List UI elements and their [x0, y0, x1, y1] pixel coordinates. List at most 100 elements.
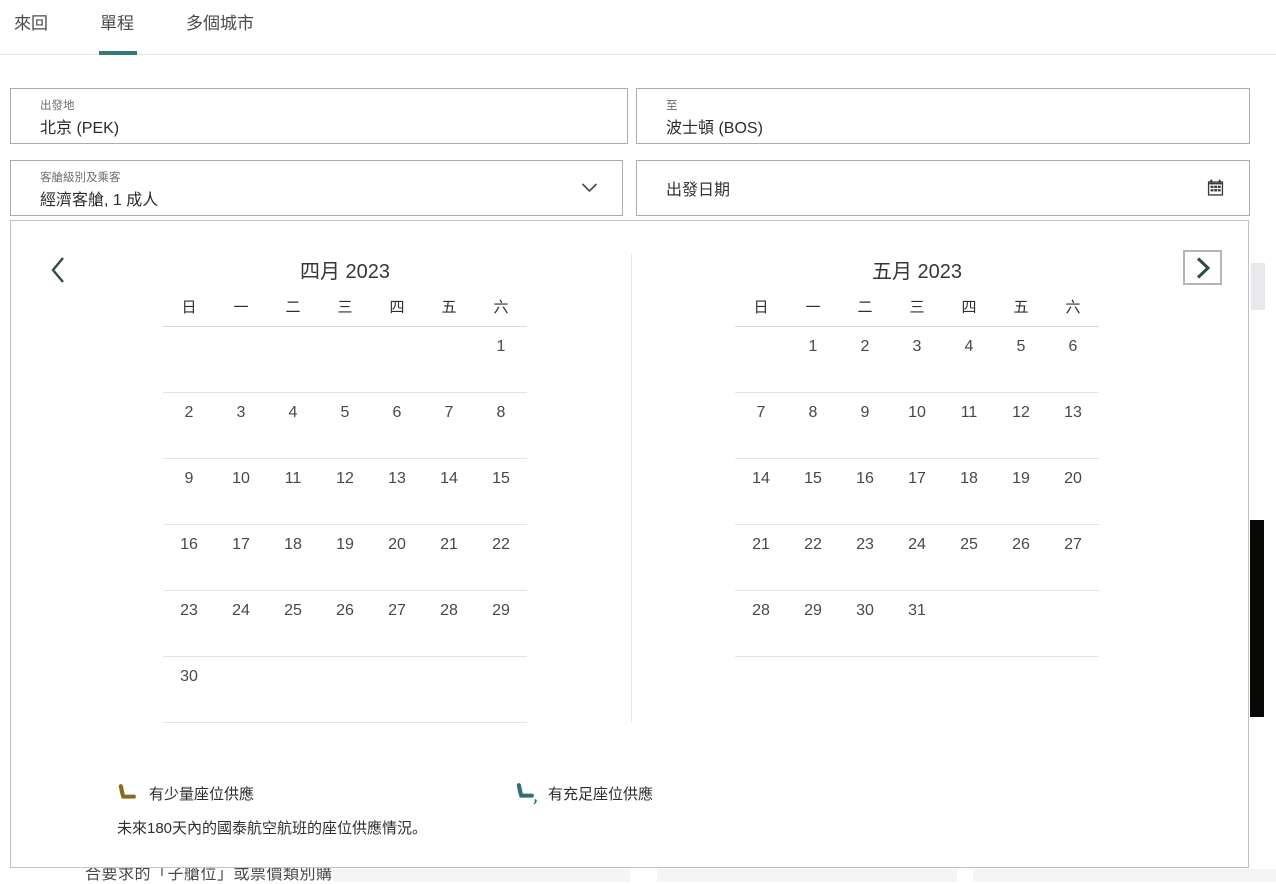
- calendar-day[interactable]: 8: [475, 393, 527, 458]
- calendar-day[interactable]: 2: [839, 327, 891, 392]
- calendar-day[interactable]: 3: [891, 327, 943, 392]
- calendar-day[interactable]: 4: [267, 393, 319, 458]
- calendar-day[interactable]: 30: [839, 591, 891, 656]
- calendar-day[interactable]: 18: [943, 459, 995, 524]
- calendar-day-empty: [371, 327, 423, 392]
- tab-round-trip[interactable]: 來回: [14, 9, 48, 34]
- calendar-day[interactable]: 18: [267, 525, 319, 590]
- calendar-day[interactable]: 1: [475, 327, 527, 392]
- tab-one-way[interactable]: 單程: [100, 9, 134, 34]
- calendar-day[interactable]: 14: [423, 459, 475, 524]
- legend-ample-label: 有充足座位供應: [548, 783, 653, 804]
- destination-field[interactable]: 至 波士頓 (BOS): [636, 88, 1250, 144]
- origin-value: 北京 (PEK): [40, 114, 119, 138]
- calendar-day[interactable]: 30: [163, 657, 215, 722]
- month-grid: 1234567891011121314151617181920212223242…: [163, 327, 527, 723]
- previous-month-button[interactable]: [47, 255, 73, 285]
- calendar-day[interactable]: 16: [163, 525, 215, 590]
- calendar-day[interactable]: 19: [995, 459, 1047, 524]
- calendar-week-row: 123456: [735, 327, 1099, 393]
- calendar-day[interactable]: 12: [319, 459, 371, 524]
- calendar-day[interactable]: 9: [163, 459, 215, 524]
- calendar-day[interactable]: 25: [943, 525, 995, 590]
- calendar-day[interactable]: 25: [267, 591, 319, 656]
- date-picker-panel: 四月 2023 日一二三四五六 123456789101112131415161…: [10, 220, 1249, 868]
- calendar-day[interactable]: 27: [1047, 525, 1099, 590]
- calendar-day[interactable]: 7: [423, 393, 475, 458]
- calendar-day[interactable]: 17: [215, 525, 267, 590]
- trip-type-tabs: 來回 單程 多個城市: [0, 0, 1276, 55]
- departure-date-placeholder: 出發日期: [666, 176, 730, 200]
- calendar-day[interactable]: 23: [163, 591, 215, 656]
- calendar-day[interactable]: 20: [1047, 459, 1099, 524]
- next-month-button[interactable]: [1183, 250, 1222, 285]
- seat-limited-icon: [117, 782, 139, 805]
- weekday-header-row: 日一二三四五六: [163, 287, 527, 327]
- calendar-day[interactable]: 11: [943, 393, 995, 458]
- departure-date-field[interactable]: 出發日期: [636, 160, 1250, 216]
- calendar-day[interactable]: 24: [215, 591, 267, 656]
- months-divider: [631, 253, 632, 723]
- calendar-day[interactable]: 24: [891, 525, 943, 590]
- calendar-day[interactable]: 1: [787, 327, 839, 392]
- calendar-day[interactable]: 27: [371, 591, 423, 656]
- calendar-icon: [1206, 179, 1225, 198]
- calendar-day[interactable]: 9: [839, 393, 891, 458]
- weekday-label: 二: [267, 296, 319, 317]
- weekday-label: 二: [839, 296, 891, 317]
- calendar-day[interactable]: 23: [839, 525, 891, 590]
- calendar-day[interactable]: 14: [735, 459, 787, 524]
- origin-field[interactable]: 出發地 北京 (PEK): [10, 88, 628, 144]
- calendar-day[interactable]: 26: [995, 525, 1047, 590]
- calendar-day[interactable]: 5: [995, 327, 1047, 392]
- calendar-day-empty: [423, 657, 475, 722]
- calendar-day[interactable]: 13: [1047, 393, 1099, 458]
- calendar-day-empty: [163, 327, 215, 392]
- calendar-day[interactable]: 26: [319, 591, 371, 656]
- calendar-day[interactable]: 31: [891, 591, 943, 656]
- calendar-day[interactable]: 6: [371, 393, 423, 458]
- calendar-day[interactable]: 6: [1047, 327, 1099, 392]
- calendar-day[interactable]: 20: [371, 525, 423, 590]
- tab-multi-city[interactable]: 多個城市: [186, 9, 254, 34]
- calendar-day[interactable]: 13: [371, 459, 423, 524]
- calendar-day[interactable]: 15: [475, 459, 527, 524]
- background-field: [973, 869, 1276, 882]
- calendar-day[interactable]: 29: [475, 591, 527, 656]
- calendar-day[interactable]: 28: [735, 591, 787, 656]
- calendar-day[interactable]: 22: [787, 525, 839, 590]
- calendar-day[interactable]: 28: [423, 591, 475, 656]
- calendar-day[interactable]: 10: [215, 459, 267, 524]
- background-field: [333, 869, 630, 882]
- calendar-day[interactable]: 17: [891, 459, 943, 524]
- cabin-passengers-field[interactable]: 客艙級別及乘客 經濟客艙, 1 成人: [10, 160, 623, 216]
- month-title: 五月 2023: [735, 257, 1099, 287]
- calendar-day[interactable]: 3: [215, 393, 267, 458]
- weekday-label: 五: [423, 296, 475, 317]
- calendar-day[interactable]: 4: [943, 327, 995, 392]
- calendar-day-empty: [215, 327, 267, 392]
- calendar-day[interactable]: 15: [787, 459, 839, 524]
- calendar-day[interactable]: 22: [475, 525, 527, 590]
- weekday-label: 四: [943, 296, 995, 317]
- calendar-day[interactable]: 2: [163, 393, 215, 458]
- calendar-day[interactable]: 16: [839, 459, 891, 524]
- calendar-day[interactable]: 7: [735, 393, 787, 458]
- background-image-strip: [1250, 520, 1264, 717]
- calendar-week-row: 16171819202122: [163, 525, 527, 591]
- calendar-week-row: 14151617181920: [735, 459, 1099, 525]
- seat-ample-icon: [515, 782, 538, 805]
- calendar-day[interactable]: 8: [787, 393, 839, 458]
- calendar-day-empty: [215, 657, 267, 722]
- calendar-day[interactable]: 21: [423, 525, 475, 590]
- cabin-value: 經濟客艙, 1 成人: [40, 186, 158, 210]
- calendar-day[interactable]: 21: [735, 525, 787, 590]
- calendar-day[interactable]: 19: [319, 525, 371, 590]
- calendar-day[interactable]: 5: [319, 393, 371, 458]
- calendar-day[interactable]: 10: [891, 393, 943, 458]
- calendar-day[interactable]: 29: [787, 591, 839, 656]
- scrollbar-thumb[interactable]: [1251, 263, 1265, 310]
- calendar-day[interactable]: 11: [267, 459, 319, 524]
- calendar-day[interactable]: 12: [995, 393, 1047, 458]
- weekday-label: 日: [163, 296, 215, 317]
